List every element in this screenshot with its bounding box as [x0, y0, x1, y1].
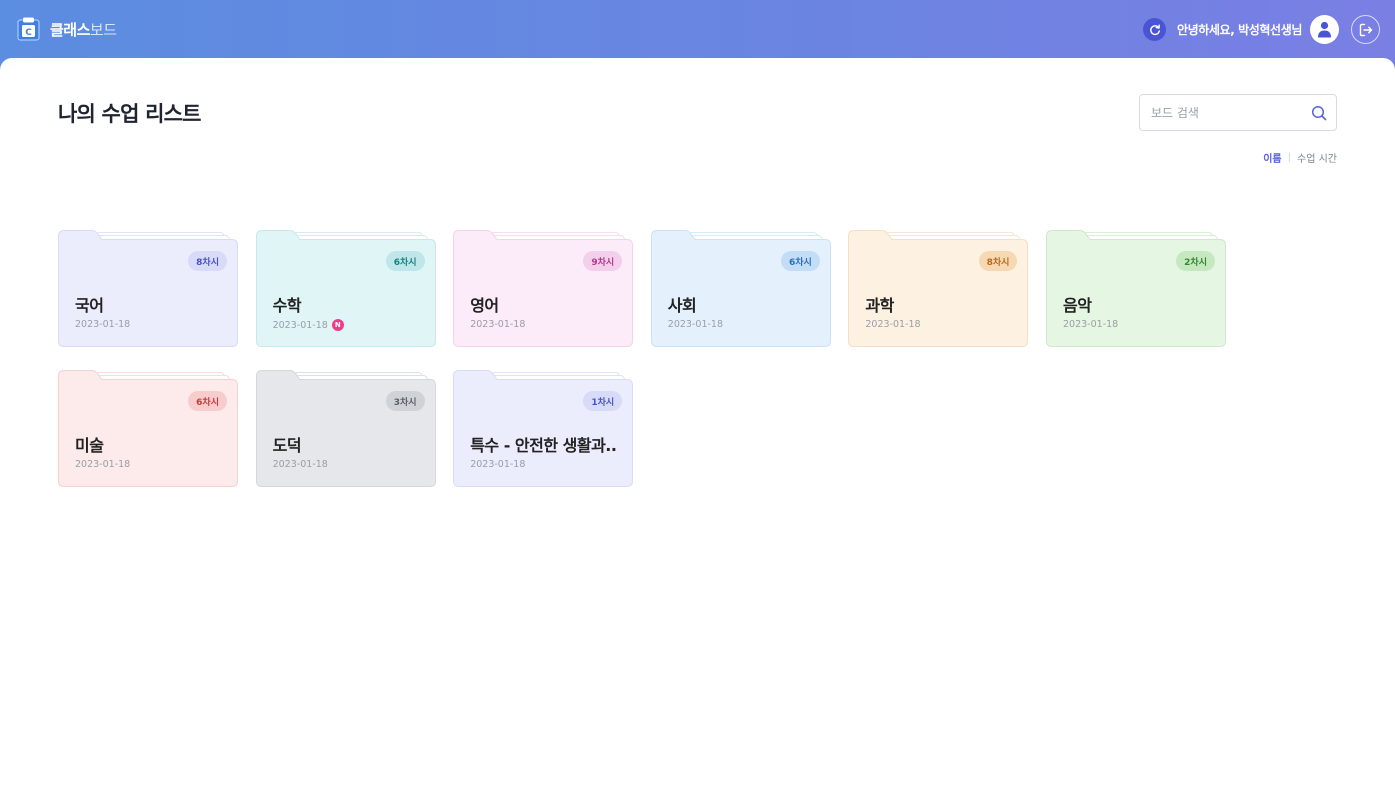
board-title: 영어: [470, 296, 499, 315]
session-count-badge: 6차시: [385, 251, 425, 271]
board-date: 2023-01-18 N: [273, 319, 344, 331]
brand-main: 클래스: [50, 21, 90, 39]
board-card[interactable]: 6차시미술 2023-01-18: [58, 370, 238, 487]
new-badge-icon: N: [331, 319, 344, 331]
search-box[interactable]: [1139, 94, 1337, 131]
sort-options: 이름 | 수업 시간: [1263, 150, 1337, 165]
board-date-text: 2023-01-18: [470, 459, 526, 470]
board-card[interactable]: 6차시수학 2023-01-18 N: [255, 230, 436, 347]
board-date: 2023-01-18: [865, 319, 920, 330]
session-count-badge: 8차시: [978, 251, 1018, 271]
session-count-badge: 6차시: [780, 251, 820, 271]
top-bar: C 클래스보드 안녕하세요, 박성혁선생님: [0, 0, 1395, 58]
board-title: 국어: [75, 296, 104, 315]
session-count-badge: 1차시: [583, 391, 623, 411]
search-input[interactable]: [1151, 104, 1301, 122]
board-title: 특수 - 안전한 생활과..: [470, 436, 617, 455]
session-count-badge: 6차시: [188, 391, 227, 411]
board-date: 2023-01-18: [470, 459, 525, 470]
board-date-text: 2023-01-18: [865, 319, 921, 330]
board-date: 2023-01-18: [668, 319, 723, 330]
sort-by-name[interactable]: 이름: [1263, 150, 1281, 165]
board-date-text: 2023-01-18: [75, 459, 131, 470]
avatar[interactable]: [1310, 15, 1339, 44]
session-count-badge: 2차시: [1176, 251, 1215, 271]
board-title: 사회: [667, 296, 697, 315]
session-count-badge: 9차시: [583, 251, 623, 271]
board-title: 도덕: [272, 436, 302, 455]
brand-sub: 보드: [89, 21, 117, 39]
sort-by-class-time[interactable]: 수업 시간: [1297, 150, 1337, 165]
session-count-badge: 3차시: [385, 391, 425, 411]
user-icon: [1318, 21, 1331, 38]
board-date-text: 2023-01-18: [1063, 319, 1119, 330]
sort-separator: |: [1287, 152, 1292, 163]
main-panel: 나의 수업 리스트 이름 | 수업 시간 8차시국어2023-01-186차시수…: [0, 58, 1395, 785]
board-date-text: 2023-01-18: [272, 459, 328, 470]
board-date-text: 2023-01-18: [272, 319, 328, 331]
board-title: 음악: [1063, 296, 1092, 315]
board-card[interactable]: 1차시특수 - 안전한 생활과.. 2023-01-18: [453, 370, 634, 487]
search-icon[interactable]: [1311, 105, 1327, 121]
board-card[interactable]: 8차시과학 2023-01-18: [848, 230, 1029, 347]
board-date: 2023-01-18: [75, 459, 130, 470]
board-card[interactable]: 2차시음악 2023-01-18: [1046, 230, 1226, 347]
brand-name[interactable]: 클래스보드: [50, 19, 117, 40]
board-title: 수학: [272, 296, 302, 315]
board-date-text: 2023-01-18: [470, 319, 526, 330]
board-date: 2023-01-18: [1063, 319, 1118, 330]
logout-button[interactable]: [1351, 15, 1380, 44]
board-date-text: 2023-01-18: [75, 319, 131, 330]
board-card[interactable]: 9차시영어 2023-01-18: [453, 230, 634, 347]
logout-icon: [1359, 23, 1372, 36]
board-card[interactable]: 8차시국어 2023-01-18: [58, 230, 238, 347]
page-title: 나의 수업 리스트: [58, 102, 201, 126]
board-date: 2023-01-18: [273, 459, 328, 470]
board-date-text: 2023-01-18: [667, 319, 724, 330]
refresh-button[interactable]: [1143, 18, 1166, 41]
board-date: 2023-01-18: [470, 319, 525, 330]
greeting-text: 안녕하세요, 박성혁선생님: [1177, 23, 1302, 37]
board-title: 과학: [865, 296, 894, 315]
clipboard-logo-icon[interactable]: C: [17, 17, 40, 41]
svg-text:C: C: [25, 28, 32, 38]
board-card[interactable]: 3차시도덕 2023-01-18: [255, 370, 436, 487]
board-title: 미술: [75, 436, 104, 455]
board-date: 2023-01-18: [75, 319, 130, 330]
refresh-icon: [1149, 24, 1160, 35]
board-card[interactable]: 6차시사회 2023-01-18: [650, 230, 831, 347]
session-count-badge: 8차시: [188, 251, 227, 271]
